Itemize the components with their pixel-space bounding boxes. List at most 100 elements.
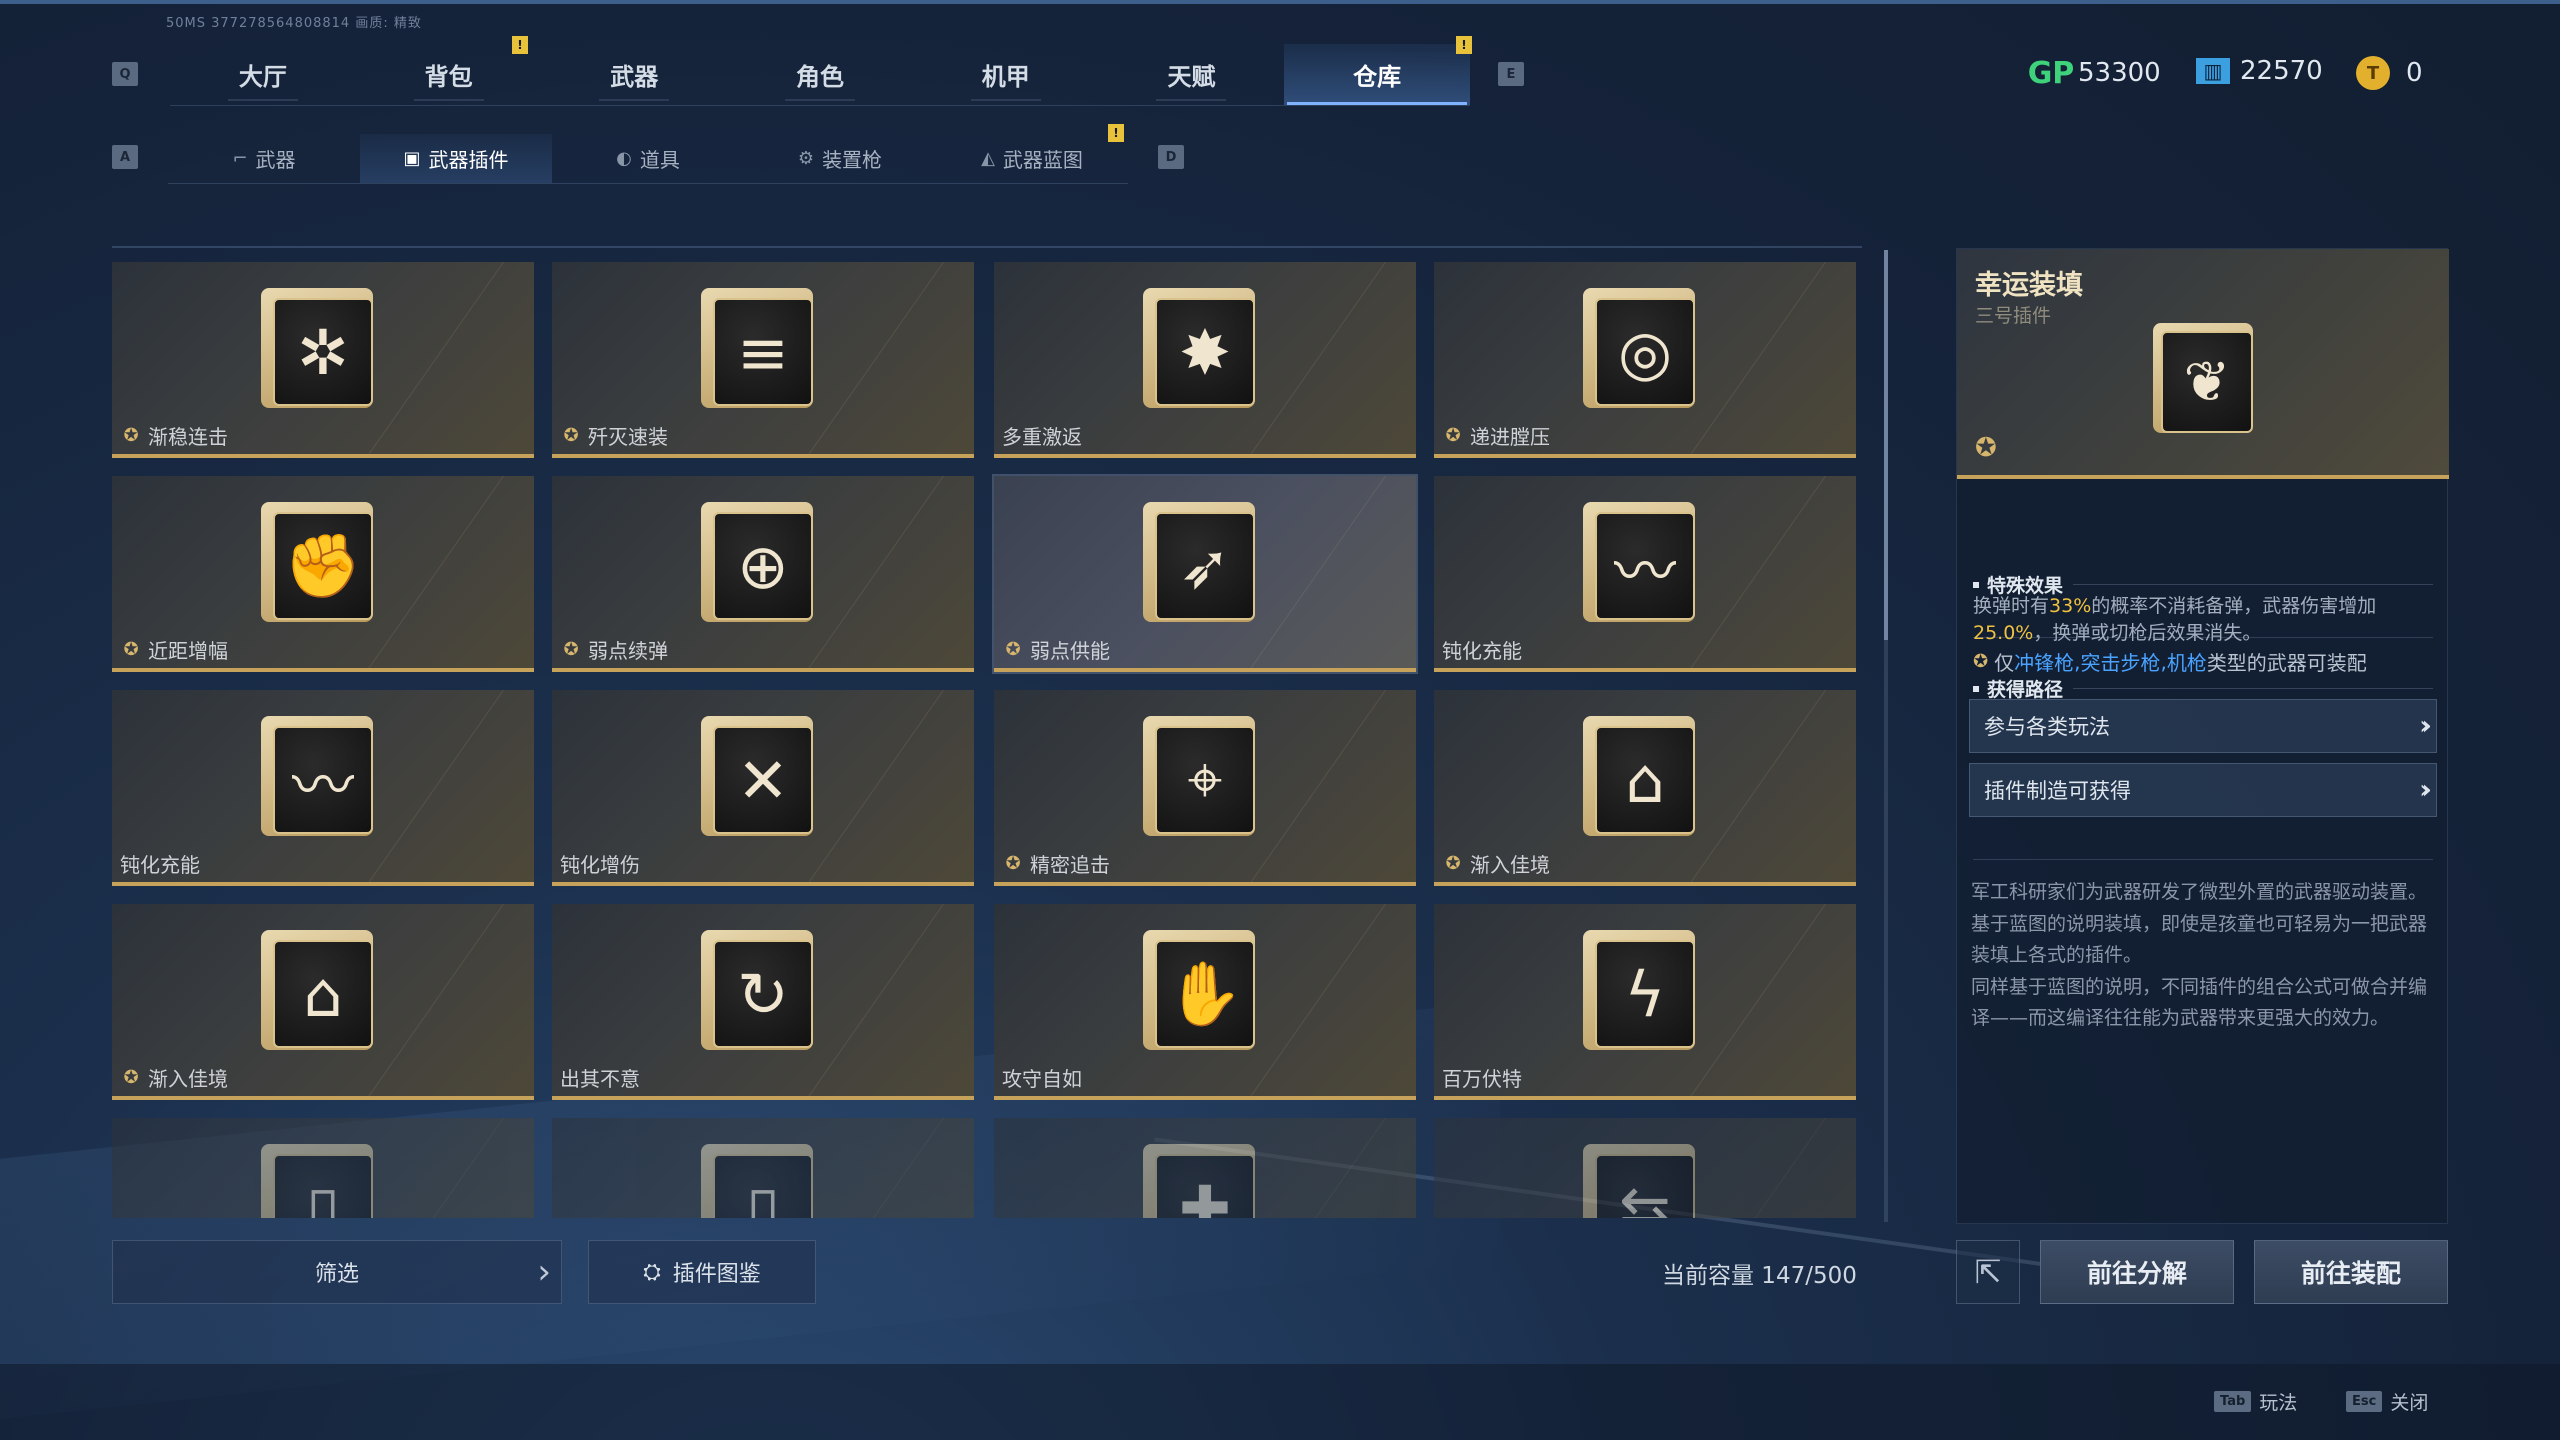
plugin-card[interactable]: ✸ 多重激返	[994, 262, 1416, 458]
key-esc: Esc	[2346, 1391, 2383, 1412]
tab-warehouse[interactable]: 仓库	[1284, 44, 1471, 105]
plugin-card[interactable]: ✕ 钝化增伤	[552, 690, 974, 886]
footer-bar	[0, 1364, 2560, 1440]
lore-line: 军工科研家们为武器研发了微型外置的武器驱动装置。	[1971, 881, 2428, 903]
effect-text: 的概率不消耗备弹，武器伤害增加	[2091, 595, 2377, 617]
main-tab-bar: 大厅 背包 武器 角色 机甲 天赋 仓库	[170, 44, 1471, 106]
route-label: 参与各类玩法	[1984, 715, 2110, 739]
key-hint-e[interactable]: E	[1498, 62, 1524, 86]
plugin-card[interactable]: ✲ ✪ 渐稳连击	[112, 262, 534, 458]
external-link-button[interactable]: ⇱	[1956, 1240, 2020, 1304]
tab-lobby[interactable]: 大厅	[170, 44, 356, 105]
plugin-icon: ⊕	[701, 502, 819, 626]
rarity-badge-icon: ✪	[563, 425, 579, 446]
plugin-emblem-icon: ⇆	[1595, 1154, 1695, 1218]
plugin-card[interactable]: ⌖ ✪ 精密追击	[994, 690, 1416, 886]
rarity-badge-icon: ✪	[1005, 639, 1021, 660]
tab-mecha[interactable]: 机甲	[913, 44, 1099, 105]
plugin-name-text: 百万伏特	[1442, 1067, 1522, 1091]
plugin-icon: ✋	[1143, 930, 1261, 1054]
codex-label: 插件图鉴	[672, 1262, 761, 1287]
gp-icon: GP	[2027, 55, 2075, 91]
hint-label: 玩法	[2259, 1392, 2298, 1414]
plugin-card[interactable]: ✚	[994, 1118, 1416, 1218]
lore-line: 基于蓝图的说明装填，即使是孩童也可轻易为一把武器装填上各式的插件。	[1971, 912, 2428, 967]
plugin-icon: ⇆	[1583, 1144, 1701, 1218]
sub-tab-bar: ⌐ 武器 ▣ 武器插件 ◐ 道具 ⚙ 装置枪 ◭ 武器蓝图	[168, 134, 1128, 184]
top-border-line	[0, 0, 2560, 4]
hint-tab[interactable]: Tab 玩法	[2214, 1388, 2297, 1415]
section-acquire-route: 获得路径	[1973, 675, 2433, 702]
subtab-weapon-plugins[interactable]: ▣ 武器插件	[360, 134, 552, 183]
plugin-card[interactable]: ⌂ ✪ 渐入佳境	[1434, 690, 1856, 886]
plugin-icon: ✕	[701, 716, 819, 840]
subtab-label: 武器蓝图	[1002, 148, 1083, 172]
route-gameplay-button[interactable]: 参与各类玩法 ››	[1969, 699, 2437, 753]
plugin-name-text: 钝化增伤	[560, 853, 640, 877]
tab-weapons[interactable]: 武器	[541, 44, 727, 105]
plugin-emblem-icon: ⊕	[713, 512, 813, 620]
plugin-card[interactable]: ✋ 攻守自如	[994, 904, 1416, 1100]
storage-capacity: 当前容量 147/500	[1662, 1263, 1857, 1289]
plugin-card[interactable]: ≡ ✪ 歼灭速装	[552, 262, 974, 458]
subtab-weapons[interactable]: ⌐ 武器	[168, 134, 360, 183]
subtab-label: 武器插件	[428, 148, 509, 172]
plugin-emblem-icon: ↻	[713, 940, 813, 1048]
plugin-icon: ✊	[261, 502, 379, 626]
plugin-card[interactable]: 〰钝化充能	[112, 690, 534, 886]
detail-title: 幸运装填	[1975, 270, 2083, 301]
subtab-items[interactable]: ◐ 道具	[552, 134, 744, 183]
key-hint-q[interactable]: Q	[112, 62, 138, 86]
version-info: 50MS 377278564808814 画质: 精致	[166, 16, 422, 31]
plugin-name: ✪ 弱点供能	[1002, 635, 1110, 664]
plugin-name: ✪ 精密追击	[1002, 849, 1110, 878]
restriction-icon: ✪	[1973, 651, 1989, 672]
plugin-emblem-icon: ✊	[273, 512, 373, 620]
plugin-name: ✪ 近距增幅	[120, 635, 228, 664]
plugin-name: ✪ 递进膛压	[1442, 421, 1550, 450]
plugin-card[interactable]: ϟ 百万伏特	[1434, 904, 1856, 1100]
plugin-card[interactable]: ▯	[552, 1118, 974, 1218]
hint-label: 关闭	[2390, 1392, 2429, 1414]
filter-button[interactable]: 筛选 ›	[112, 1240, 562, 1304]
tab-talents[interactable]: 天赋	[1099, 44, 1285, 105]
equip-button[interactable]: 前往装配	[2254, 1240, 2448, 1304]
detail-header: 幸运装填 三号插件 ❦ ✪	[1957, 249, 2449, 479]
plugin-card[interactable]: ✊ ✪ 近距增幅	[112, 476, 534, 672]
plugin-card[interactable]: ◎ ✪ 递进膛压	[1434, 262, 1856, 458]
effect-description: 换弹时有33%的概率不消耗备弹，武器伤害增加 25.0%，换弹或切枪后效果消失。	[1973, 593, 2435, 647]
plugin-card[interactable]: ▯	[112, 1118, 534, 1218]
gp-amount: 53300	[2078, 58, 2161, 88]
plugin-name: 攻守自如	[1002, 1063, 1082, 1092]
plugin-card[interactable]: ⌂ ✪ 渐入佳境	[112, 904, 534, 1100]
route-label: 插件制造可获得	[1984, 779, 2131, 803]
plugin-name-text: 歼灭速装	[588, 425, 668, 449]
plugin-card[interactable]: 〰钝化充能	[1434, 476, 1856, 672]
plugin-card[interactable]: ⊕ ✪ 弱点续弹	[552, 476, 974, 672]
subtab-blueprints[interactable]: ◭ 武器蓝图	[936, 134, 1128, 183]
plugin-card[interactable]: ⇆	[1434, 1118, 1856, 1218]
coin-currency: T 0	[2356, 56, 2423, 90]
grid-scrollbar-thumb[interactable]	[1884, 250, 1888, 640]
route-crafting-button[interactable]: 插件制造可获得 ››	[1969, 763, 2437, 817]
plugin-card[interactable]: ↻ 出其不意	[552, 904, 974, 1100]
plugin-name: ✪ 渐稳连击	[120, 421, 228, 450]
key-hint-a[interactable]: A	[112, 145, 138, 169]
tab-characters[interactable]: 角色	[727, 44, 913, 105]
plugin-codex-button[interactable]: ⛭ 插件图鉴	[588, 1240, 816, 1304]
plugin-card[interactable]: ➶ ✪ 弱点供能	[992, 474, 1418, 674]
divider	[1973, 859, 2433, 860]
plugin-icon: ✸	[1143, 288, 1261, 412]
plugin-name-text: 渐稳连击	[148, 425, 228, 449]
hint-esc[interactable]: Esc 关闭	[2346, 1388, 2428, 1415]
rarity-badge-icon: ✪	[1005, 853, 1021, 874]
effect-text: 换弹时有	[1973, 595, 2050, 617]
plugin-name-text: 近距增幅	[148, 639, 228, 663]
dismantle-button[interactable]: 前往分解	[2040, 1240, 2234, 1304]
weapon-type-rifle: 突击步枪	[2080, 651, 2161, 675]
subtab-device-guns[interactable]: ⚙ 装置枪	[744, 134, 936, 183]
plugin-name: 钝化充能	[120, 849, 200, 878]
plugin-icon: ↻	[701, 930, 819, 1054]
key-hint-d[interactable]: D	[1158, 145, 1184, 169]
effect-chance: 33%	[2049, 595, 2092, 617]
